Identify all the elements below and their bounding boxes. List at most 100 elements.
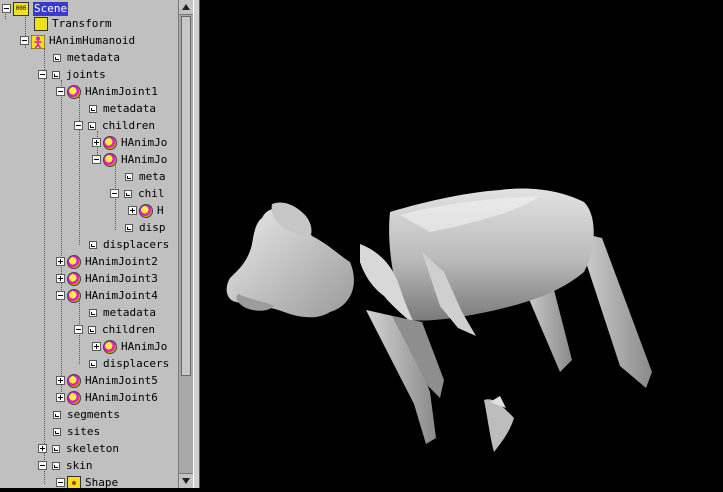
tree-scrollbar[interactable] (178, 0, 194, 488)
expand-toggle[interactable] (128, 206, 137, 215)
tree-node-hanim-joint6[interactable]: HAnimJoint6 (56, 389, 158, 406)
tree-node-label: HAnimJoint1 (85, 84, 158, 98)
tree-node-label: HAnimJoint5 (85, 373, 158, 387)
field-icon (89, 240, 97, 249)
collapse-toggle[interactable] (110, 189, 119, 198)
down-arrow-icon (182, 478, 190, 484)
tree-node-skin[interactable]: skin (38, 457, 93, 474)
tree-node-hanim-joint3[interactable]: HAnimJoint3 (56, 270, 158, 287)
joint-icon (67, 254, 81, 269)
tree-node-metadata[interactable]: metadata (86, 304, 156, 321)
field-icon (125, 172, 133, 181)
tree-node-label: HAnimJoint6 (85, 390, 158, 404)
tree-node-displacers[interactable]: displacers (86, 355, 169, 372)
collapse-toggle[interactable] (20, 36, 29, 45)
field-icon (53, 53, 61, 62)
tree-node-label: Transform (52, 16, 112, 30)
tree-node-label: disp (139, 220, 166, 234)
tree-node-children[interactable]: children (74, 321, 155, 338)
field-icon (89, 104, 97, 113)
scroll-down-button[interactable] (179, 473, 194, 488)
tree-node-metadata[interactable]: metadata (86, 100, 156, 117)
collapse-toggle[interactable] (38, 70, 47, 79)
tree-node-sites[interactable]: sites (50, 423, 100, 440)
tree-node-shape[interactable]: Shape (56, 474, 118, 488)
field-icon (53, 410, 61, 419)
tree-node-metadata[interactable]: meta (122, 168, 166, 185)
transform-icon (34, 16, 48, 31)
tree-node-children[interactable]: children (74, 117, 155, 134)
tree-node-hanim-joint[interactable]: HAnimJo (92, 338, 167, 355)
field-icon (52, 461, 60, 470)
field-icon (52, 70, 60, 79)
tree-node-hanim-joint[interactable]: HAnimJo (92, 151, 167, 168)
expand-toggle[interactable] (56, 274, 65, 283)
joint-icon (67, 271, 81, 286)
scroll-up-button[interactable] (179, 0, 194, 15)
tree-node-label: segments (67, 407, 120, 421)
tree-node-hanim-joint5[interactable]: HAnimJoint5 (56, 372, 158, 389)
expand-toggle[interactable] (38, 444, 47, 453)
tree-node-hanim-joint2[interactable]: HAnimJoint2 (56, 253, 158, 270)
tree-node-joints[interactable]: joints (38, 66, 106, 83)
tree-node-children[interactable]: chil (110, 185, 165, 202)
tree-node-displacers[interactable]: disp (122, 219, 166, 236)
tree-node-label: children (102, 322, 155, 336)
tree-node-label: HAnimJoint2 (85, 254, 158, 268)
field-icon (124, 189, 132, 198)
collapse-toggle[interactable] (56, 478, 65, 487)
field-icon (89, 359, 97, 368)
tree-node-label: HAnimHumanoid (49, 33, 136, 47)
tree-node-displacers[interactable]: displacers (86, 236, 169, 253)
tree-node-label: Shape (85, 475, 119, 489)
joint-icon (139, 203, 153, 218)
scene-icon: 000 (13, 1, 29, 16)
tree-connector (61, 80, 62, 400)
expand-toggle[interactable] (92, 342, 101, 351)
tree-node-label: sites (67, 424, 101, 438)
tree-node-label: metadata (67, 50, 120, 64)
scrollbar-thumb[interactable] (181, 16, 191, 376)
joint-icon (103, 152, 117, 167)
3d-viewport[interactable] (200, 0, 723, 488)
collapse-toggle[interactable] (74, 121, 83, 130)
tree-node-hanim-joint1[interactable]: HAnimJoint1 (56, 83, 158, 100)
collapse-toggle[interactable] (74, 325, 83, 334)
collapse-toggle[interactable] (56, 87, 65, 96)
field-icon (52, 444, 60, 453)
tree-node-label: HAnimJo (121, 135, 168, 149)
expand-toggle[interactable] (56, 376, 65, 385)
expand-toggle[interactable] (92, 138, 101, 147)
tree-node-label: Scene (33, 1, 69, 16)
joint-icon (103, 135, 117, 150)
tree-node-label: metadata (103, 101, 156, 115)
field-icon (88, 121, 96, 130)
tree-node-hanim-humanoid[interactable]: HAnimHumanoid (20, 32, 135, 49)
tree-node-label: H (157, 203, 164, 217)
up-arrow-icon (182, 4, 190, 10)
joint-icon (67, 288, 81, 303)
collapse-toggle[interactable] (92, 155, 101, 164)
expand-toggle[interactable] (56, 393, 65, 402)
joint-icon (67, 373, 81, 388)
collapse-toggle[interactable] (56, 291, 65, 300)
tree-node-label: joints (66, 67, 106, 81)
collapse-toggle[interactable] (2, 4, 11, 13)
tree-connector (44, 46, 45, 484)
panel-splitter[interactable] (193, 0, 200, 488)
humanoid-icon (30, 34, 46, 49)
tree-node-hanim-joint[interactable]: H (128, 202, 164, 219)
tree-node-label: chil (138, 186, 165, 200)
tree-node-skeleton[interactable]: skeleton (38, 440, 119, 457)
tree-node-transform[interactable]: Transform (34, 15, 112, 32)
expand-toggle[interactable] (56, 257, 65, 266)
tree-node-segments[interactable]: segments (50, 406, 120, 423)
field-icon (125, 223, 133, 232)
tree-node-label: HAnimJo (121, 339, 168, 353)
tree-node-hanim-joint[interactable]: HAnimJo (92, 134, 167, 151)
tree-node-hanim-joint4[interactable]: HAnimJoint4 (56, 287, 158, 304)
tree-node-metadata[interactable]: metadata (50, 49, 120, 66)
tree-node-label: HAnimJo (121, 152, 168, 166)
tree-node-label: HAnimJoint3 (85, 271, 158, 285)
collapse-toggle[interactable] (38, 461, 47, 470)
